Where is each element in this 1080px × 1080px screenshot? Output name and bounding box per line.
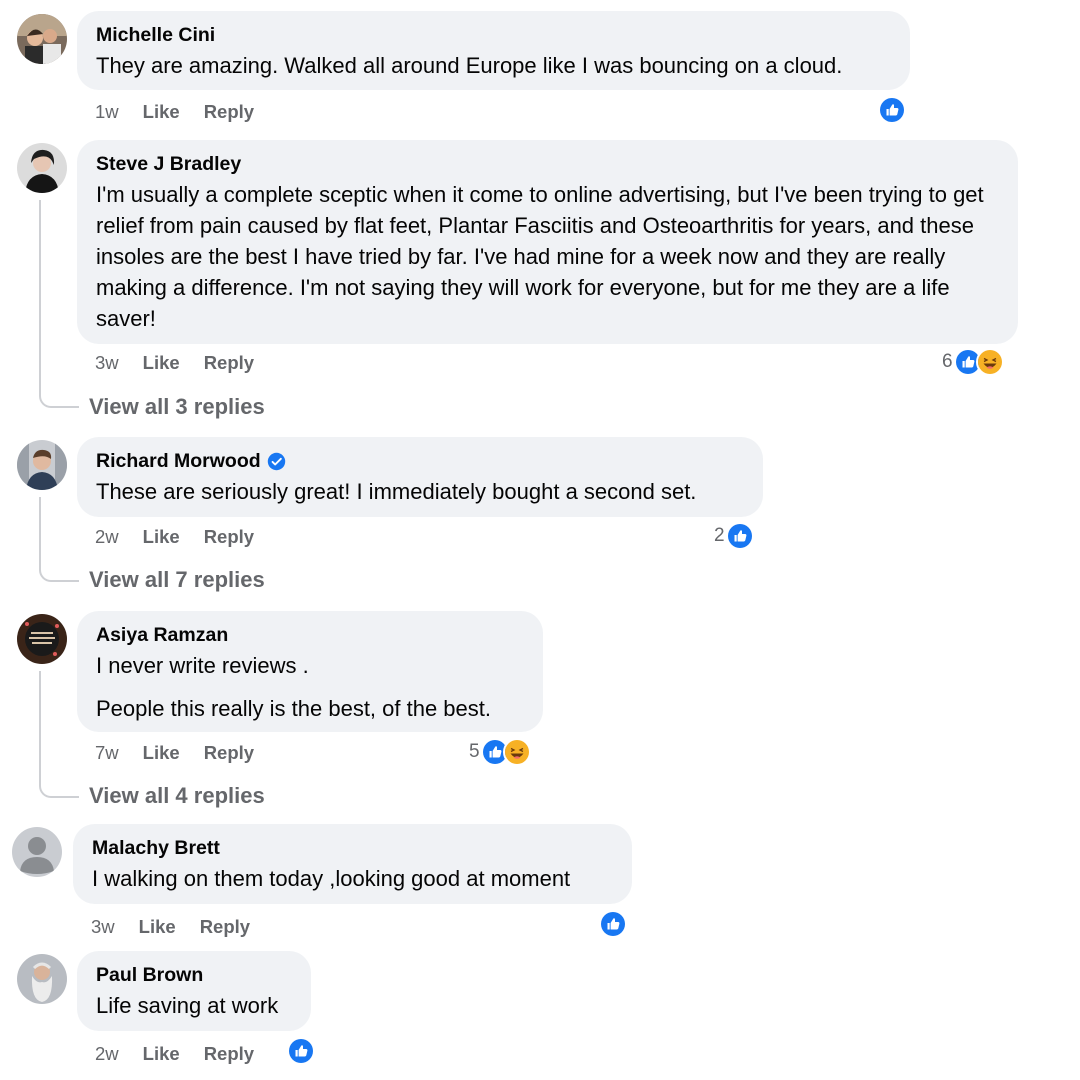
comment-author[interactable]: Steve J Bradley [96,152,999,176]
comment-text: These are seriously great! I immediately… [96,479,697,504]
avatar[interactable] [12,827,62,877]
like-button[interactable]: Like [143,1043,180,1065]
verified-badge-icon [267,452,286,471]
comment-text: I'm usually a complete sceptic when it c… [96,182,984,331]
comment-author[interactable]: Malachy Brett [92,836,613,860]
reply-button[interactable]: Reply [204,1043,254,1065]
comment-author[interactable]: Asiya Ramzan [96,623,524,647]
like-button[interactable]: Like [143,742,180,764]
comment-text: I walking on them today ,looking good at… [92,866,571,891]
view-replies-link[interactable]: View all 4 replies [89,783,265,809]
reaction-count: 2 [714,525,725,546]
comment-timestamp[interactable]: 2w [95,526,119,548]
avatar[interactable] [17,143,67,193]
comment-actions: 2w Like Reply [95,1043,254,1065]
like-button[interactable]: Like [143,526,180,548]
reply-button[interactable]: Reply [204,526,254,548]
reaction-count: 5 [469,741,480,762]
comment-actions: 2w Like Reply [95,526,254,548]
comment-bubble: Asiya Ramzan I never write reviews . Peo… [77,611,543,732]
avatar[interactable] [17,440,67,490]
laughing-face-icon [502,738,531,766]
like-button[interactable]: Like [143,101,180,123]
avatar-photo [17,440,67,490]
reaction-summary[interactable]: 6 [942,348,1004,376]
reaction-count: 6 [942,351,953,372]
reaction-summary[interactable] [599,910,627,938]
avatar-photo [17,14,67,64]
reaction-summary[interactable] [878,96,906,124]
comment-author[interactable]: Richard Morwood [96,449,744,473]
comment-text: They are amazing. Walked all around Euro… [96,53,843,78]
comment-timestamp[interactable]: 2w [95,1043,119,1065]
thread-connector [39,200,41,388]
reaction-summary[interactable]: 5 [469,738,531,766]
comment-actions: 3w Like Reply [91,916,250,938]
comment-bubble: Michelle Cini They are amazing. Walked a… [77,11,910,90]
comment-bubble: Richard Morwood These are seriously grea… [77,437,763,517]
reply-button[interactable]: Reply [200,916,250,938]
comment-bubble: Paul Brown Life saving at work [77,951,311,1031]
avatar[interactable] [17,954,67,1004]
like-button[interactable]: Like [143,352,180,374]
laughing-face-icon [975,348,1004,376]
comment-timestamp[interactable]: 3w [95,352,119,374]
reply-button[interactable]: Reply [204,352,254,374]
like-button[interactable]: Like [139,916,176,938]
comment-timestamp[interactable]: 1w [95,101,119,123]
avatar-photo [17,143,67,193]
comment-actions: 7w Like Reply [95,742,254,764]
avatar-photo [17,954,67,1004]
comment-bubble: Steve J Bradley I'm usually a complete s… [77,140,1018,344]
comment-bubble: Malachy Brett I walking on them today ,l… [73,824,632,904]
avatar[interactable] [17,614,67,664]
comment-timestamp[interactable]: 7w [95,742,119,764]
reaction-summary[interactable]: 2 [714,522,754,550]
thumbs-up-icon [287,1037,315,1065]
reply-button[interactable]: Reply [204,101,254,123]
comment-actions: 1w Like Reply [95,101,254,123]
reply-button[interactable]: Reply [204,742,254,764]
thread-connector [39,497,41,562]
thumbs-up-icon [878,96,906,124]
comment-actions: 3w Like Reply [95,352,254,374]
thread-connector [39,671,41,778]
person-silhouette-icon [12,827,62,877]
thumbs-up-icon [725,522,754,550]
view-replies-link[interactable]: View all 3 replies [89,394,265,420]
comment-timestamp[interactable]: 3w [91,916,115,938]
comment-text: I never write reviews . People this real… [96,653,492,721]
comment-author[interactable]: Paul Brown [96,963,292,987]
reaction-summary[interactable] [287,1037,315,1065]
thread-connector-curve [39,388,79,408]
comment-author[interactable]: Michelle Cini [96,23,891,47]
avatar[interactable] [17,14,67,64]
thread-connector-curve [39,562,79,582]
thumbs-up-icon [599,910,627,938]
thread-connector-curve [39,778,79,798]
comment-text: Life saving at work [96,993,279,1018]
avatar-photo [17,614,67,664]
view-replies-link[interactable]: View all 7 replies [89,567,265,593]
